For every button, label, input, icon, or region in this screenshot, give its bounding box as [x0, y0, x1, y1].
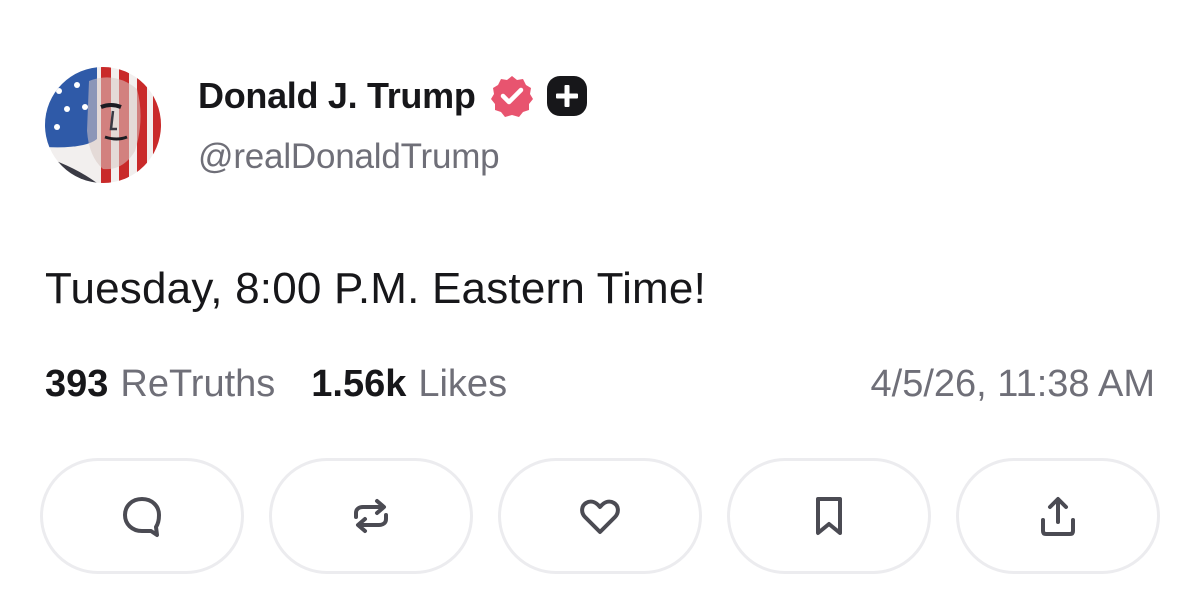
avatar[interactable] [45, 67, 161, 183]
author-name-row: Donald J. Trump [198, 74, 588, 118]
retruth-button[interactable] [269, 458, 473, 574]
share-button[interactable] [956, 458, 1160, 574]
share-icon [1041, 497, 1075, 536]
bookmark-icon [816, 497, 842, 535]
post-timestamp: 4/5/26, 11:38 AM [870, 363, 1156, 405]
bookmark-button[interactable] [727, 458, 931, 574]
likes-label[interactable]: Likes [418, 363, 507, 406]
like-button[interactable] [498, 458, 702, 574]
author-handle[interactable]: @realDonaldTrump [198, 137, 500, 177]
comment-icon [123, 497, 161, 537]
likes-count[interactable]: 1.56k [311, 363, 406, 406]
plus-badge-icon [546, 76, 587, 116]
repost-icon [354, 499, 388, 533]
avatar-image [45, 67, 161, 183]
display-name[interactable]: Donald J. Trump [198, 75, 476, 117]
post-text: Tuesday, 8:00 P.M. Eastern Time! [45, 264, 707, 313]
retruths-count[interactable]: 393 [45, 363, 108, 406]
action-bar [40, 458, 1160, 574]
heart-icon [580, 499, 620, 534]
retruths-label[interactable]: ReTruths [120, 363, 275, 406]
post-stats: 393 ReTruths 1.56k Likes [45, 363, 507, 406]
reply-button[interactable] [40, 458, 244, 574]
verified-badge-icon [490, 76, 533, 117]
